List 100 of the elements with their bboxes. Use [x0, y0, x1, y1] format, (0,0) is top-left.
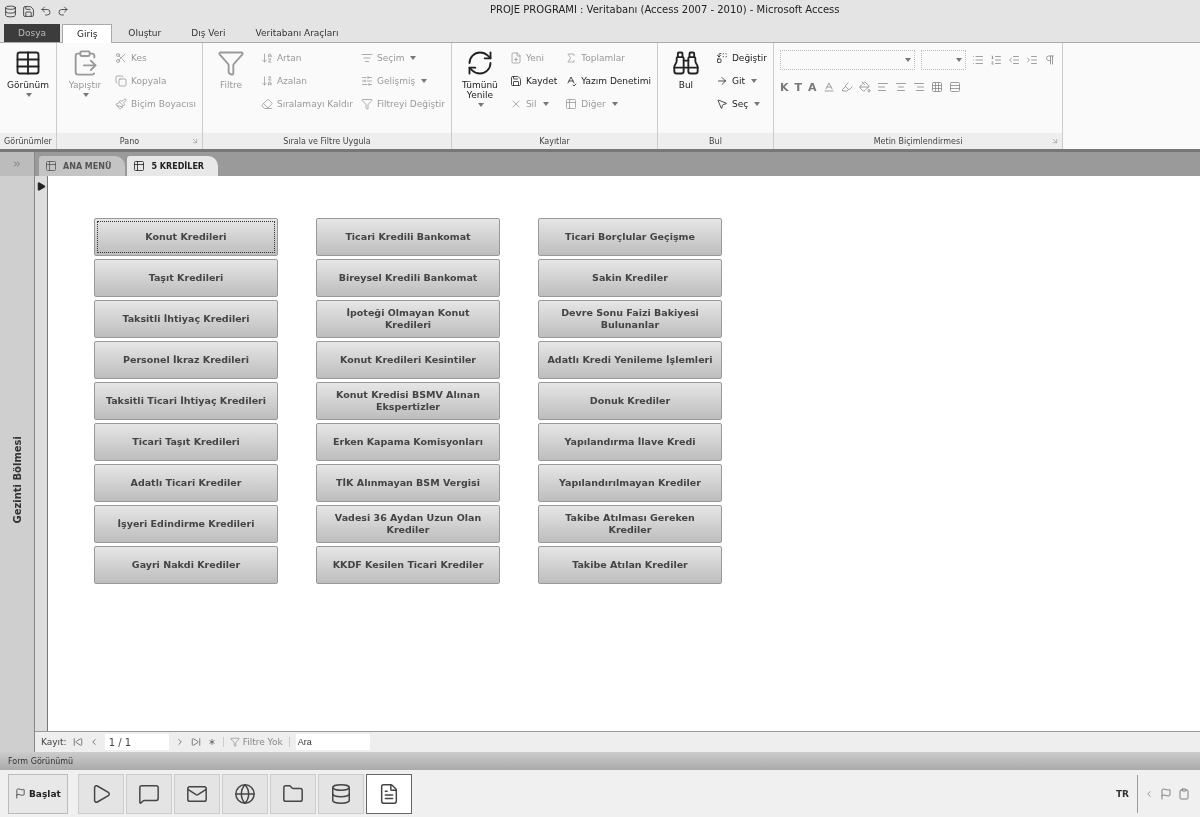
filter-button[interactable]: Filtre Yok	[222, 737, 290, 747]
spell-check-icon	[565, 75, 578, 87]
filter-icon	[361, 98, 373, 110]
pilcrow-icon	[1044, 54, 1057, 66]
ribbon-button[interactable]: Git	[715, 72, 768, 90]
chat-icon	[137, 782, 160, 805]
replace-icon	[715, 52, 728, 64]
copy-icon	[115, 75, 127, 87]
show-hidden-icon	[1144, 788, 1154, 799]
form-button[interactable]: Gayri Nakdi Krediler	[94, 546, 278, 584]
highlighter-icon	[840, 81, 853, 93]
form-button[interactable]: Erken Kapama Komisyonları	[316, 423, 500, 461]
align-right-icon	[912, 81, 925, 93]
caret-icon	[26, 93, 32, 97]
paint-bucket-icon	[858, 81, 871, 93]
filter-icon	[216, 49, 245, 77]
group-label: Pano	[119, 136, 140, 146]
group-label: Metin Biçimlendirmesi	[873, 136, 963, 146]
ribbon-button[interactable]: Değiştir	[715, 49, 768, 67]
form-button[interactable]: TİK Alınmayan BSM Vergisi	[316, 464, 500, 502]
form-button[interactable]: Takibe Atılan Krediler	[538, 546, 722, 584]
format-button[interactable]: A	[808, 80, 817, 94]
ribbon-tab[interactable]: Veritabanı Araçları	[241, 24, 353, 42]
form-button[interactable]: Devre Sonu Faizi Bakiyesi Bulunanlar	[538, 300, 722, 338]
sigma-icon	[565, 52, 578, 64]
form-button[interactable]: Ticari Borçlular Geçişme	[538, 218, 722, 256]
caret-icon	[421, 79, 428, 83]
arrow-icon	[715, 75, 728, 87]
flag-icon	[15, 788, 26, 799]
form-button[interactable]: Bireysel Kredili Bankomat	[316, 259, 500, 297]
ribbon-tab[interactable]: Dış Veri	[177, 24, 240, 42]
form-button[interactable]: Konut Kredileri	[94, 218, 278, 256]
ribbon-button[interactable]: Görünüm	[6, 49, 50, 97]
document-tab[interactable]: ANA MENÜ	[39, 156, 126, 176]
table-icon	[14, 49, 42, 77]
caret-icon	[410, 56, 417, 60]
form-button[interactable]: Takibe Atılması Gereken Krediler	[538, 505, 722, 543]
sliders-icon	[361, 75, 373, 87]
form-button[interactable]: İpoteği Olmayan Konut Kredileri	[316, 300, 500, 338]
ribbon-tab[interactable]: Dosya	[4, 24, 60, 42]
format-button[interactable]: T	[794, 80, 803, 94]
ribbon-button[interactable]: Bul	[663, 49, 708, 90]
launcher-icon	[1051, 137, 1060, 145]
format-button[interactable]: K	[780, 80, 789, 94]
form-button[interactable]: Konut Kredisi BSMV Alınan Ekspertizler	[316, 382, 500, 420]
save-icon	[509, 75, 522, 87]
selection-filter-icon	[361, 52, 373, 64]
caret-icon	[83, 93, 89, 97]
form-icon	[133, 160, 146, 172]
app-icon	[4, 4, 17, 18]
form-button[interactable]: Yapılandırma İlave Kredi	[538, 423, 722, 461]
form-button[interactable]: Taksitli Ticari İhtiyaç Kredileri	[94, 382, 278, 420]
caret-icon	[956, 58, 963, 62]
group-label: Görünümler	[4, 136, 52, 146]
form-button[interactable]: Konut Kredileri Kesintiler	[316, 341, 500, 379]
first-record-icon	[72, 737, 83, 747]
form-button[interactable]: Adatlı Ticari Krediler	[94, 464, 278, 502]
form-button[interactable]: Donuk Krediler	[538, 382, 722, 420]
form-button[interactable]: İşyeri Edindirme Kredileri	[94, 505, 278, 543]
eraser-icon	[260, 98, 273, 110]
ribbon-button[interactable]: Yazım Denetimi	[565, 72, 651, 90]
form-button[interactable]: Sakin Krediler	[538, 259, 722, 297]
ribbon-button[interactable]: Seç	[715, 95, 768, 113]
record-position-field[interactable]: 1 / 1	[104, 734, 169, 750]
form-button[interactable]: Ticari Kredili Bankomat	[316, 218, 500, 256]
document-tab[interactable]: 5 KREDİLER	[127, 156, 218, 176]
numbered-list-icon	[990, 54, 1003, 66]
form-button[interactable]: Taşıt Kredileri	[94, 259, 278, 297]
align-left-icon	[876, 81, 889, 93]
ribbon-button[interactable]: Kaydet	[509, 72, 558, 90]
binoculars-icon	[671, 49, 700, 77]
undo-icon	[40, 5, 52, 17]
ribbon-button[interactable]: Tümünü Yenile	[457, 49, 502, 107]
globe-icon	[233, 782, 256, 805]
new-record-icon	[509, 52, 522, 64]
group-label: Kayıtlar	[539, 136, 570, 146]
form-button[interactable]: Yapılandırılmayan Krediler	[538, 464, 722, 502]
launcher-icon	[190, 137, 199, 145]
navigation-pane-label[interactable]: Gezinti Bölmesi	[11, 436, 23, 524]
form-button[interactable]: Ticari Taşıt Kredileri	[94, 423, 278, 461]
form-button[interactable]: Adatlı Kredi Yenileme İşlemleri	[538, 341, 722, 379]
start-button[interactable]: Başlat	[8, 773, 68, 814]
save-icon	[22, 4, 35, 18]
outdent-icon	[1008, 54, 1021, 66]
flag-icon	[1160, 787, 1172, 800]
form-button[interactable]: Taksitli İhtiyaç Kredileri	[94, 300, 278, 338]
ribbon-tab[interactable]: Oluştur	[114, 24, 176, 42]
form-button[interactable]: Vadesi 36 Aydan Uzun Olan Krediler	[316, 505, 500, 543]
new-record-icon	[206, 737, 217, 747]
form-icon	[45, 160, 57, 172]
database-icon	[329, 782, 352, 805]
caret-icon	[750, 79, 757, 83]
ribbon-tab[interactable]: Giriş	[61, 24, 113, 43]
language-indicator[interactable]: TR	[1115, 788, 1129, 799]
paintbrush-icon	[115, 98, 127, 110]
taskbar-button[interactable]	[365, 773, 412, 814]
form-button[interactable]: KKDF Kesilen Ticari Krediler	[316, 546, 500, 584]
search-field[interactable]: Ara	[295, 734, 370, 750]
form-button[interactable]: Personel İkraz Kredileri	[94, 341, 278, 379]
caret-icon	[611, 102, 618, 106]
